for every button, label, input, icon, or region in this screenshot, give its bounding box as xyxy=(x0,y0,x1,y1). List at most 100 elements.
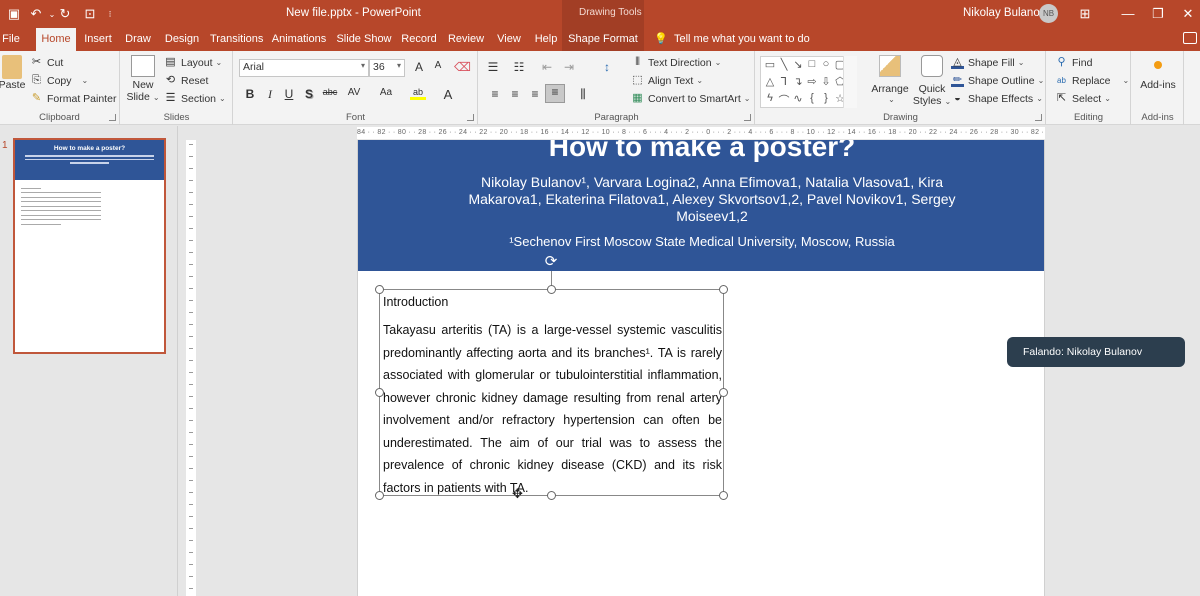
tab-file[interactable]: File xyxy=(0,28,22,51)
increase-indent-icon[interactable]: ⇥ xyxy=(561,60,577,74)
tab-help[interactable]: Help xyxy=(532,28,560,51)
quick-styles-button[interactable]: Quick Styles ⌄ xyxy=(912,55,952,107)
present-from-start-icon[interactable]: ⊡ xyxy=(80,4,100,24)
close-icon[interactable]: ✕ xyxy=(1178,4,1198,24)
tab-view[interactable]: View xyxy=(494,28,524,51)
find-button[interactable]: ⚲ Find xyxy=(1055,56,1092,69)
down-arrow-shape-icon[interactable]: ⇩ xyxy=(819,75,833,88)
columns-icon[interactable]: ⫼ xyxy=(575,87,591,102)
tab-insert[interactable]: Insert xyxy=(82,28,114,51)
slide-canvas[interactable]: How to make a poster? Nikolay Bulanov¹, … xyxy=(357,140,1045,596)
poster-header-banner[interactable]: How to make a poster? Nikolay Bulanov¹, … xyxy=(358,140,1044,271)
slide-thumbnail[interactable]: How to make a poster? xyxy=(13,138,166,354)
font-launcher-icon[interactable] xyxy=(467,114,474,121)
shapes-gallery[interactable]: ▭ ╲ ↘ □ ○ ▢ △ ⅂ ↴ ⇨ ⇩ ⬠ ϟ ⌒ ∿ { } ☆ xyxy=(760,56,857,108)
arrange-button[interactable]: Arrange ⌄ xyxy=(868,55,912,104)
avatar[interactable]: NB xyxy=(1039,4,1058,23)
addins-button[interactable]: Add-ins xyxy=(1136,61,1180,91)
line-spacing-icon[interactable]: ↕ xyxy=(599,60,615,74)
scribble-shape-icon[interactable]: ϟ xyxy=(763,92,777,104)
comments-icon[interactable] xyxy=(1183,32,1197,44)
cut-button[interactable]: ✂ Cut xyxy=(30,56,63,69)
replace-button[interactable]: ab Replace ⌄ xyxy=(1055,74,1129,87)
text-shadow-button[interactable]: S xyxy=(301,87,317,101)
resize-handle-left[interactable] xyxy=(375,388,384,397)
align-text-button[interactable]: ⬚ Align Text ⌄ xyxy=(631,74,703,87)
elbow-arrow-shape-icon[interactable]: ↴ xyxy=(791,75,805,88)
redo-icon[interactable]: ↻ xyxy=(55,4,75,24)
tab-design[interactable]: Design xyxy=(162,28,202,51)
resize-handle-bottom-left[interactable] xyxy=(375,491,384,500)
clear-formatting-icon[interactable]: ⌫ xyxy=(454,60,471,74)
elbow-connector-shape-icon[interactable]: ⅂ xyxy=(777,75,791,88)
tab-shape-format[interactable]: Shape Format xyxy=(562,28,644,51)
paste-button[interactable]: Paste xyxy=(0,55,25,91)
arrow-line-shape-icon[interactable]: ↘ xyxy=(791,58,805,71)
resize-handle-top-right[interactable] xyxy=(719,285,728,294)
rotate-handle-icon[interactable]: ⟳ xyxy=(543,254,559,270)
resize-handle-top[interactable] xyxy=(547,285,556,294)
font-family-select[interactable]: Arial ▾ xyxy=(239,59,369,77)
layout-button[interactable]: ▤ Layout ⌄ xyxy=(164,56,222,69)
shape-fill-button[interactable]: ◬ Shape Fill ⌄ xyxy=(951,56,1024,69)
resize-handle-right[interactable] xyxy=(719,388,728,397)
text-direction-button[interactable]: ⫴ Text Direction ⌄ xyxy=(631,56,721,69)
ribbon-display-options-icon[interactable]: ⊞ xyxy=(1075,4,1095,24)
tab-draw[interactable]: Draw xyxy=(122,28,154,51)
bold-button[interactable]: B xyxy=(242,87,258,101)
restore-icon[interactable]: ❐ xyxy=(1148,4,1168,24)
character-spacing-button[interactable]: AV xyxy=(343,87,365,98)
select-button[interactable]: ⇱ Select ⌄ xyxy=(1055,92,1111,105)
customize-toolbar-icon[interactable]: ⁝ xyxy=(100,4,120,24)
tab-review[interactable]: Review xyxy=(446,28,486,51)
gallery-scroll[interactable] xyxy=(843,56,857,108)
tab-slide-show[interactable]: Slide Show xyxy=(336,28,392,51)
shape-effects-button[interactable]: ◒ Shape Effects ⌄ xyxy=(951,92,1043,105)
align-left-icon[interactable]: ≡ xyxy=(487,87,503,101)
convert-smartart-button[interactable]: ▦ Convert to SmartArt ⌄ xyxy=(631,92,750,105)
poster-affiliation[interactable]: ¹Sechenov First Moscow State Medical Uni… xyxy=(358,234,1044,249)
new-slide-button[interactable]: New Slide ⌄ xyxy=(126,55,160,103)
strikethrough-button[interactable]: abc xyxy=(320,87,340,97)
minimize-icon[interactable]: — xyxy=(1118,4,1138,24)
format-painter-button[interactable]: ✎ Format Painter xyxy=(30,92,117,105)
align-right-icon[interactable]: ≡ xyxy=(527,87,543,101)
numbering-icon[interactable]: ☷ xyxy=(511,60,527,74)
left-brace-shape-icon[interactable]: { xyxy=(805,92,819,104)
right-brace-shape-icon[interactable]: } xyxy=(819,92,833,104)
introduction-body[interactable]: Takayasu arteritis (TA) is a large-vesse… xyxy=(383,319,722,499)
underline-button[interactable]: U xyxy=(281,87,297,101)
shape-outline-button[interactable]: ✏ Shape Outline ⌄ xyxy=(951,74,1044,87)
save-icon[interactable]: ▣ xyxy=(4,4,24,24)
vertical-ruler[interactable] xyxy=(186,140,196,596)
clipboard-launcher-icon[interactable] xyxy=(109,114,116,121)
highlight-color-button[interactable]: ab xyxy=(410,87,426,100)
text-box-shape-icon[interactable]: ▭ xyxy=(763,58,777,71)
reset-button[interactable]: ⟲ Reset xyxy=(164,74,209,87)
arc-shape-icon[interactable]: ⌒ xyxy=(777,92,791,108)
font-color-button[interactable]: A xyxy=(440,87,456,102)
tab-animations[interactable]: Animations xyxy=(270,28,328,51)
user-name[interactable]: Nikolay Bulanov xyxy=(963,7,1045,19)
line-shape-icon[interactable]: ╲ xyxy=(777,58,791,71)
right-arrow-shape-icon[interactable]: ⇨ xyxy=(805,75,819,88)
align-center-icon[interactable]: ≡ xyxy=(507,87,523,101)
horizontal-ruler[interactable]: 84 · · 82 · · 80 · · 28 · · 26 · · 24 · … xyxy=(357,127,1045,139)
tab-transitions[interactable]: Transitions xyxy=(210,28,263,51)
justify-icon[interactable]: ≡ xyxy=(545,84,565,103)
introduction-heading[interactable]: Introduction xyxy=(383,295,448,309)
rectangle-shape-icon[interactable]: □ xyxy=(805,58,819,70)
shrink-font-button[interactable]: A xyxy=(430,60,446,71)
resize-handle-bottom-right[interactable] xyxy=(719,491,728,500)
change-case-button[interactable]: Aa xyxy=(375,87,397,98)
grow-font-button[interactable]: A xyxy=(411,60,427,74)
resize-handle-top-left[interactable] xyxy=(375,285,384,294)
oval-shape-icon[interactable]: ○ xyxy=(819,58,833,70)
drawing-launcher-icon[interactable] xyxy=(1035,114,1042,121)
resize-handle-bottom[interactable] xyxy=(547,491,556,500)
curve-shape-icon[interactable]: ∿ xyxy=(791,92,805,105)
italic-button[interactable]: I xyxy=(262,87,278,102)
tell-me-search[interactable]: 💡 Tell me what you want to do xyxy=(654,28,810,51)
font-size-select[interactable]: 36 ▾ xyxy=(369,59,405,77)
section-button[interactable]: ☰ Section ⌄ xyxy=(164,92,226,105)
